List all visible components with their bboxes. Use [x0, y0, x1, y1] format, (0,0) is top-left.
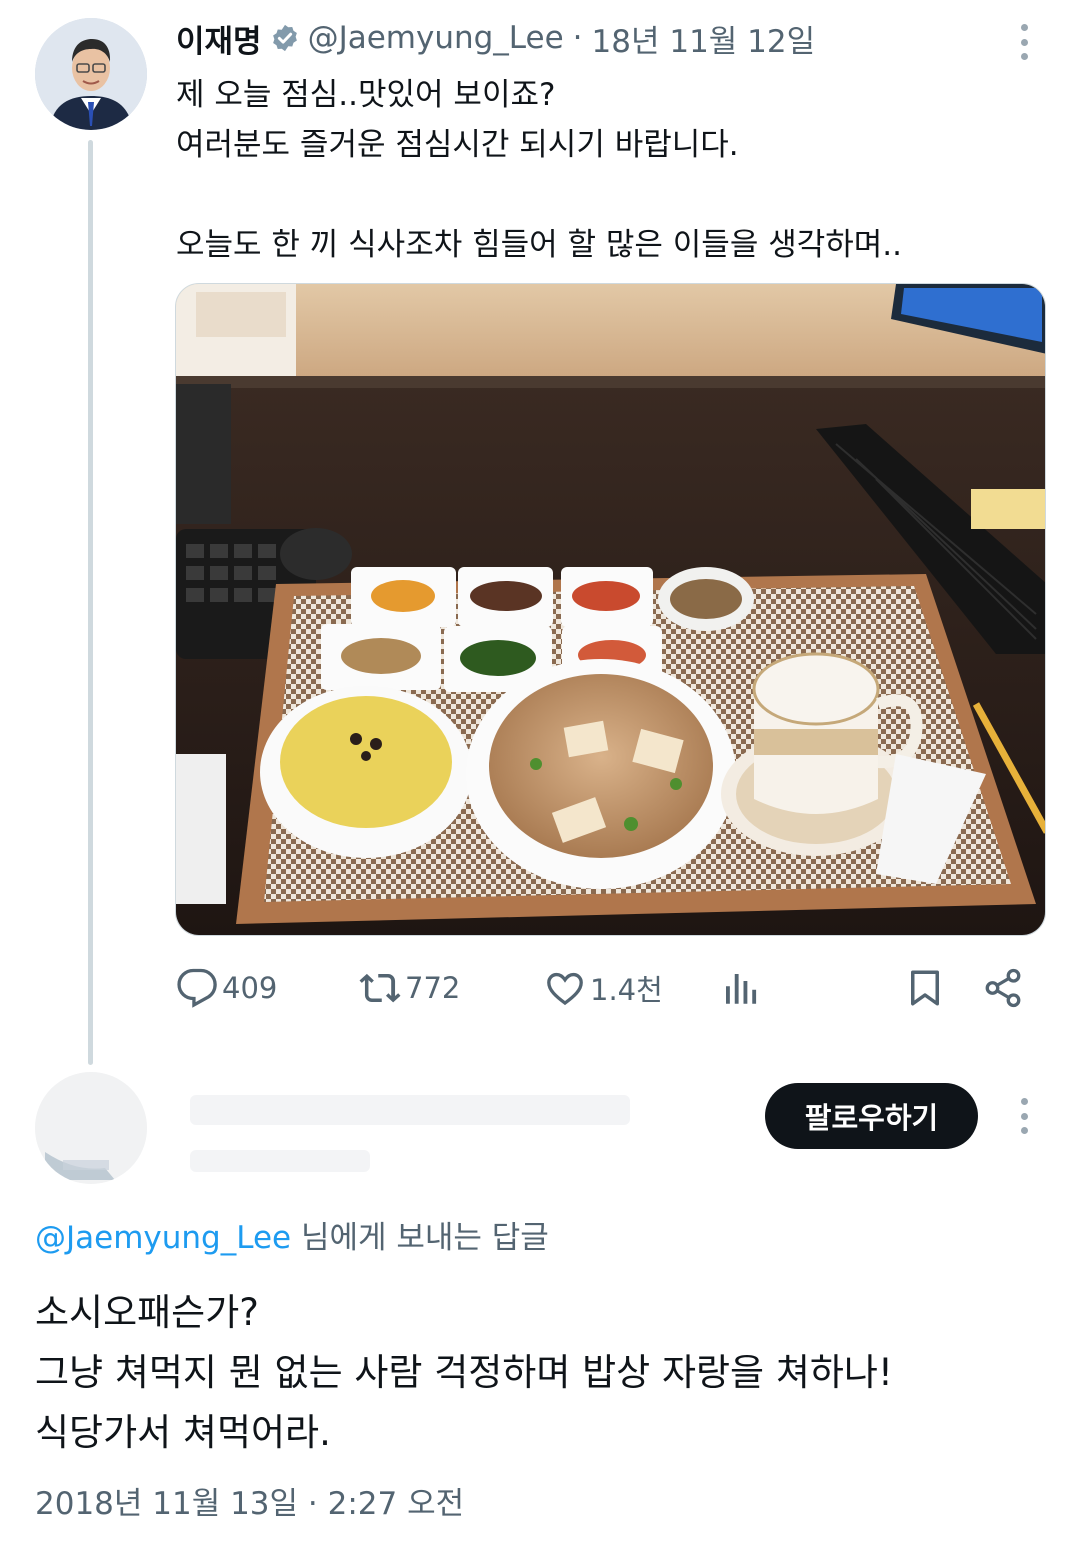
tweet-action-bar: 409 772 1.4천 — [176, 962, 1036, 1014]
tweet-header: 이재명 @Jaemyung_Lee · 18년 11월 12일 — [176, 16, 815, 60]
reply-to-suffix: 님에게 보내는 답글 — [291, 1220, 549, 1256]
retweet-icon — [359, 973, 401, 1003]
tweet-date[interactable]: 18년 11월 12일 — [592, 16, 816, 61]
share-icon — [985, 968, 1021, 1008]
views-action[interactable] — [719, 962, 765, 1014]
heart-icon — [547, 972, 583, 1006]
thread-connector-line — [88, 140, 93, 1065]
tweet-photo[interactable] — [175, 283, 1046, 936]
tweet-more-options-icon[interactable] — [1020, 24, 1028, 60]
reply-action[interactable]: 409 — [176, 962, 277, 1014]
follow-button[interactable]: 팔로우하기 — [765, 1083, 978, 1149]
reply-author-avatar[interactable] — [35, 1072, 147, 1184]
like-count: 1.4천 — [590, 973, 663, 1007]
header-separator: · — [572, 20, 583, 56]
reply-count: 409 — [222, 971, 278, 1005]
author-avatar[interactable] — [35, 18, 147, 130]
retweet-action[interactable]: 772 — [359, 962, 460, 1014]
bookmark-action[interactable] — [904, 962, 950, 1014]
reply-bubble-icon — [177, 968, 217, 1008]
redacted-reply-handle — [190, 1150, 370, 1172]
author-name[interactable]: 이재명 — [176, 16, 262, 61]
analytics-bars-icon — [726, 974, 757, 1004]
tweet-thread: 이재명 @Jaemyung_Lee · 18년 11월 12일 제 오늘 점심.… — [0, 0, 1080, 1553]
replying-to-line: @Jaemyung_Lee 님에게 보내는 답글 — [35, 1212, 549, 1257]
person-avatar-icon — [35, 18, 147, 130]
tweet-text: 제 오늘 점심..맛있어 보이죠? 여러분도 즐거운 점심시간 되시기 바랍니다… — [176, 77, 902, 263]
reply-more-options-icon[interactable] — [1020, 1098, 1028, 1134]
share-action[interactable] — [982, 962, 1028, 1014]
lunch-tray-photo-icon — [176, 284, 1045, 935]
author-handle[interactable]: @Jaemyung_Lee — [308, 20, 564, 56]
redacted-reply-name — [190, 1095, 630, 1125]
like-action[interactable]: 1.4천 — [544, 962, 663, 1014]
verified-badge-icon — [272, 24, 297, 52]
reply-text: 소시오패슨가? 그냥 쳐먹지 뭔 없는 사람 걱정하며 밥상 자랑을 쳐하나! … — [35, 1291, 893, 1454]
reply-timestamp[interactable]: 2018년 11월 13일 · 2:27 오전 — [35, 1478, 464, 1523]
bookmark-icon — [911, 970, 939, 1006]
blurred-avatar-icon — [35, 1072, 147, 1184]
retweet-count: 772 — [405, 971, 461, 1005]
reply-to-mention[interactable]: @Jaemyung_Lee — [35, 1220, 291, 1256]
